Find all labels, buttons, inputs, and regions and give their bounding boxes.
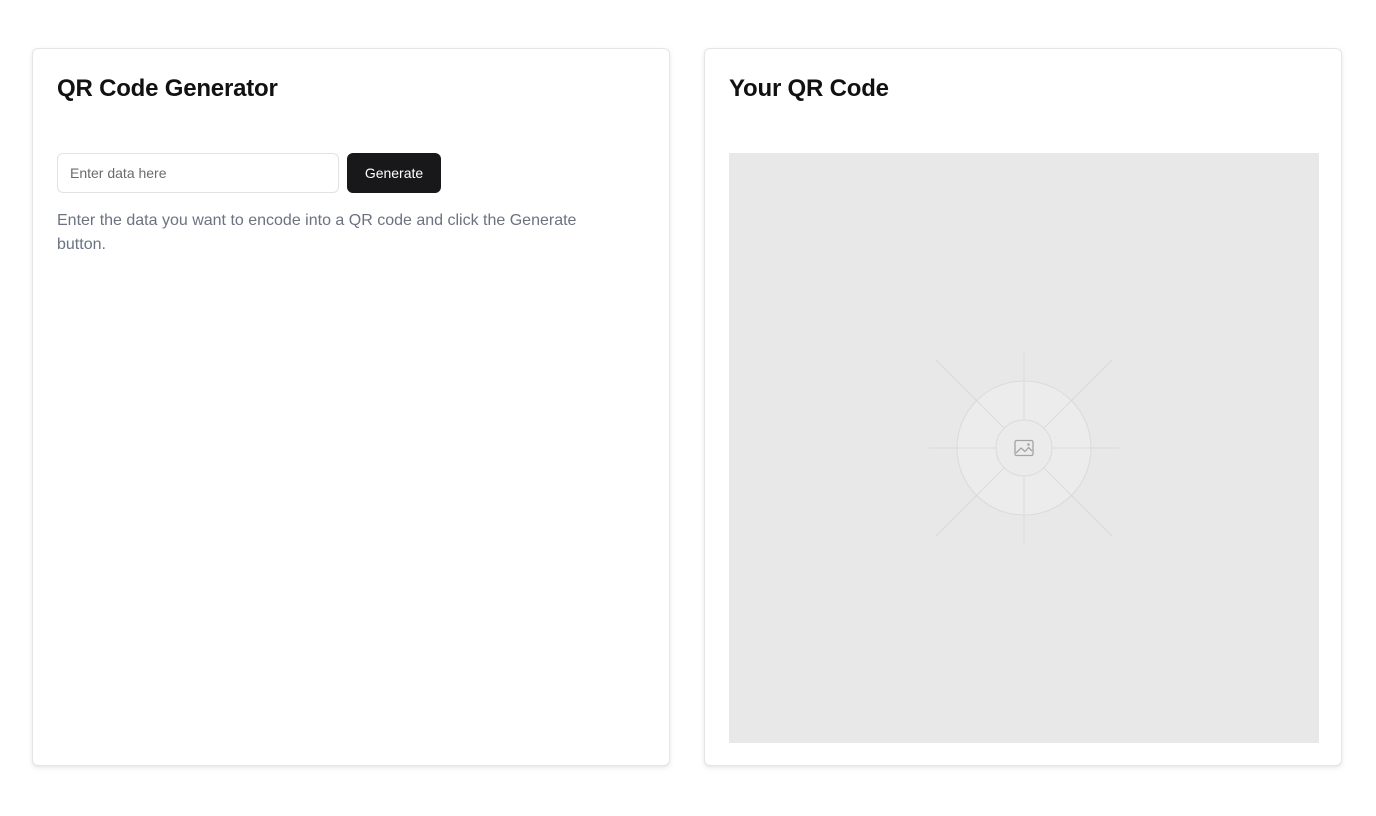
help-text: Enter the data you want to encode into a…: [57, 212, 577, 253]
app-layout: QR Code Generator Generate Enter the dat…: [0, 0, 1376, 816]
qr-output-title: Your QR Code: [729, 75, 889, 102]
generator-card: QR Code Generator Generate Enter the dat…: [32, 48, 670, 766]
qr-code-placeholder: [729, 153, 1319, 743]
image-placeholder-graphic: [929, 353, 1119, 543]
input-row: Generate: [57, 153, 441, 193]
qr-output-card: Your QR Code: [704, 48, 1342, 766]
generator-title: QR Code Generator: [57, 75, 278, 102]
generate-button[interactable]: Generate: [347, 153, 441, 193]
data-input[interactable]: [57, 153, 339, 193]
